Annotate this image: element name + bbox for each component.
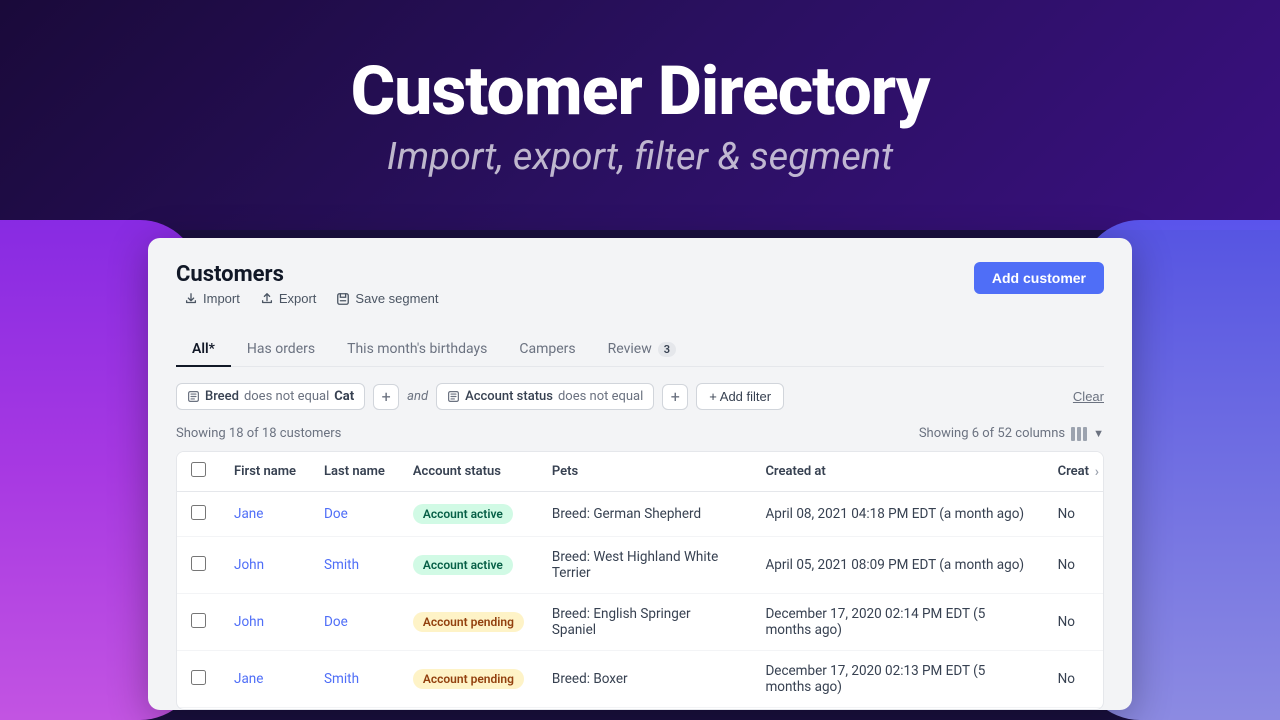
columns-icon [1071, 427, 1087, 441]
cell-created-at: December 17, 2020 02:13 PM EDT (5 months… [751, 651, 1043, 708]
first-name-link[interactable]: Jane [234, 671, 263, 687]
first-name-link[interactable]: Jane [234, 506, 263, 522]
add-customer-button[interactable]: Add customer [974, 262, 1104, 294]
filter-row: Breed does not equal Cat + and Account s… [176, 383, 1104, 410]
tab-birthdays[interactable]: This month's birthdays [331, 333, 503, 367]
header-account-status: Account status [399, 452, 538, 492]
tab-has-orders[interactable]: Has orders [231, 333, 331, 367]
import-button[interactable]: Import [176, 287, 248, 310]
last-name-link[interactable]: Smith [324, 557, 359, 573]
cell-first-name: John [220, 594, 310, 651]
cell-last-name: Smith [310, 651, 399, 708]
clear-filters-button[interactable]: Clear [1073, 389, 1104, 404]
toolbar: Import Export Save segment [176, 287, 447, 310]
page-title: Customers [176, 262, 447, 287]
scroll-right-icon[interactable]: › [1095, 464, 1099, 480]
cell-created-at: December 17, 2020 02:14 PM EDT (5 months… [751, 594, 1043, 651]
customers-table: First name Last name Account status Pets… [177, 452, 1103, 708]
header-last-name: Last name [310, 452, 399, 492]
last-name-link[interactable]: Doe [324, 506, 348, 522]
last-name-link[interactable]: Doe [324, 614, 348, 630]
cell-created-at: April 08, 2021 04:18 PM EDT (a month ago… [751, 492, 1043, 537]
table-row: John Doe Account pending Breed: English … [177, 594, 1103, 651]
status-badge: Account pending [413, 669, 524, 689]
select-all-checkbox[interactable] [191, 462, 206, 477]
cell-created-at: April 05, 2021 08:09 PM EDT (a month ago… [751, 537, 1043, 594]
cell-last-name: Doe [310, 594, 399, 651]
row-checkbox-cell [177, 594, 220, 651]
cell-first-name: Jane [220, 492, 310, 537]
status-badge: Account pending [413, 612, 524, 632]
filter-and-label: and [407, 389, 428, 404]
cell-account-status: Account active [399, 492, 538, 537]
row-checkbox-cell [177, 537, 220, 594]
export-button[interactable]: Export [252, 287, 325, 310]
status-badge: Account active [413, 555, 513, 575]
status-badge: Account active [413, 504, 513, 524]
add-filter-button[interactable]: + Add filter [696, 383, 784, 410]
cell-account-status: Account active [399, 537, 538, 594]
header-pets: Pets [538, 452, 752, 492]
row-checkbox[interactable] [191, 670, 206, 685]
row-checkbox[interactable] [191, 556, 206, 571]
header-left: Customers Import Export [176, 262, 447, 324]
row-checkbox-cell [177, 492, 220, 537]
cell-account-status: Account pending [399, 594, 538, 651]
hero-section: Customer Directory Import, export, filte… [0, 0, 1280, 230]
import-icon [184, 292, 198, 306]
main-card: Customers Import Export [148, 238, 1132, 710]
first-name-link[interactable]: John [234, 614, 264, 630]
table-row: Jane Smith Account pending Breed: Boxer … [177, 651, 1103, 708]
save-segment-icon [336, 292, 350, 306]
table-meta: Showing 18 of 18 customers Showing 6 of … [176, 426, 1104, 441]
status-filter[interactable]: Account status does not equal [436, 383, 654, 410]
tab-review[interactable]: Review 3 [592, 333, 692, 367]
hero-subtitle: Import, export, filter & segment [387, 135, 893, 179]
export-icon [260, 292, 274, 306]
cell-pets: Breed: German Shepherd [538, 492, 752, 537]
row-checkbox-cell [177, 651, 220, 708]
card-header: Customers Import Export [176, 262, 1104, 324]
header-created-extra: Creat › [1044, 452, 1103, 492]
customers-table-wrapper: First name Last name Account status Pets… [176, 451, 1104, 710]
showing-customers-text: Showing 18 of 18 customers [176, 426, 341, 441]
status-filter-icon [447, 390, 460, 403]
chevron-down-icon: ▼ [1093, 427, 1104, 440]
breed-filter-icon [187, 390, 200, 403]
table-header-row: First name Last name Account status Pets… [177, 452, 1103, 492]
cell-extra: No [1044, 492, 1103, 537]
columns-selector[interactable]: Showing 6 of 52 columns ▼ [919, 426, 1104, 441]
cell-first-name: John [220, 537, 310, 594]
first-name-link[interactable]: John [234, 557, 264, 573]
cell-last-name: Smith [310, 537, 399, 594]
cell-pets: Breed: English Springer Spaniel [538, 594, 752, 651]
status-filter-plus[interactable]: + [662, 384, 688, 410]
showing-columns-text: Showing 6 of 52 columns [919, 426, 1065, 441]
cell-extra: No [1044, 537, 1103, 594]
table-row: Jane Doe Account active Breed: German Sh… [177, 492, 1103, 537]
table-row: John Smith Account active Breed: West Hi… [177, 537, 1103, 594]
header-created-at: Created at [751, 452, 1043, 492]
cell-first-name: Jane [220, 651, 310, 708]
cell-pets: Breed: Boxer [538, 651, 752, 708]
tabs-container: All* Has orders This month's birthdays C… [176, 332, 1104, 367]
save-segment-button[interactable]: Save segment [328, 287, 446, 310]
row-checkbox[interactable] [191, 613, 206, 628]
header-first-name: First name [220, 452, 310, 492]
cell-pets: Breed: West Highland White Terrier [538, 537, 752, 594]
cell-last-name: Doe [310, 492, 399, 537]
row-checkbox[interactable] [191, 505, 206, 520]
cell-extra: No [1044, 594, 1103, 651]
tab-all[interactable]: All* [176, 333, 231, 367]
cell-account-status: Account pending [399, 651, 538, 708]
breed-filter-plus[interactable]: + [373, 384, 399, 410]
header-checkbox-cell [177, 452, 220, 492]
breed-filter[interactable]: Breed does not equal Cat [176, 383, 365, 410]
cell-extra: No [1044, 651, 1103, 708]
last-name-link[interactable]: Smith [324, 671, 359, 687]
hero-title: Customer Directory [351, 51, 930, 131]
tab-campers[interactable]: Campers [503, 333, 591, 367]
